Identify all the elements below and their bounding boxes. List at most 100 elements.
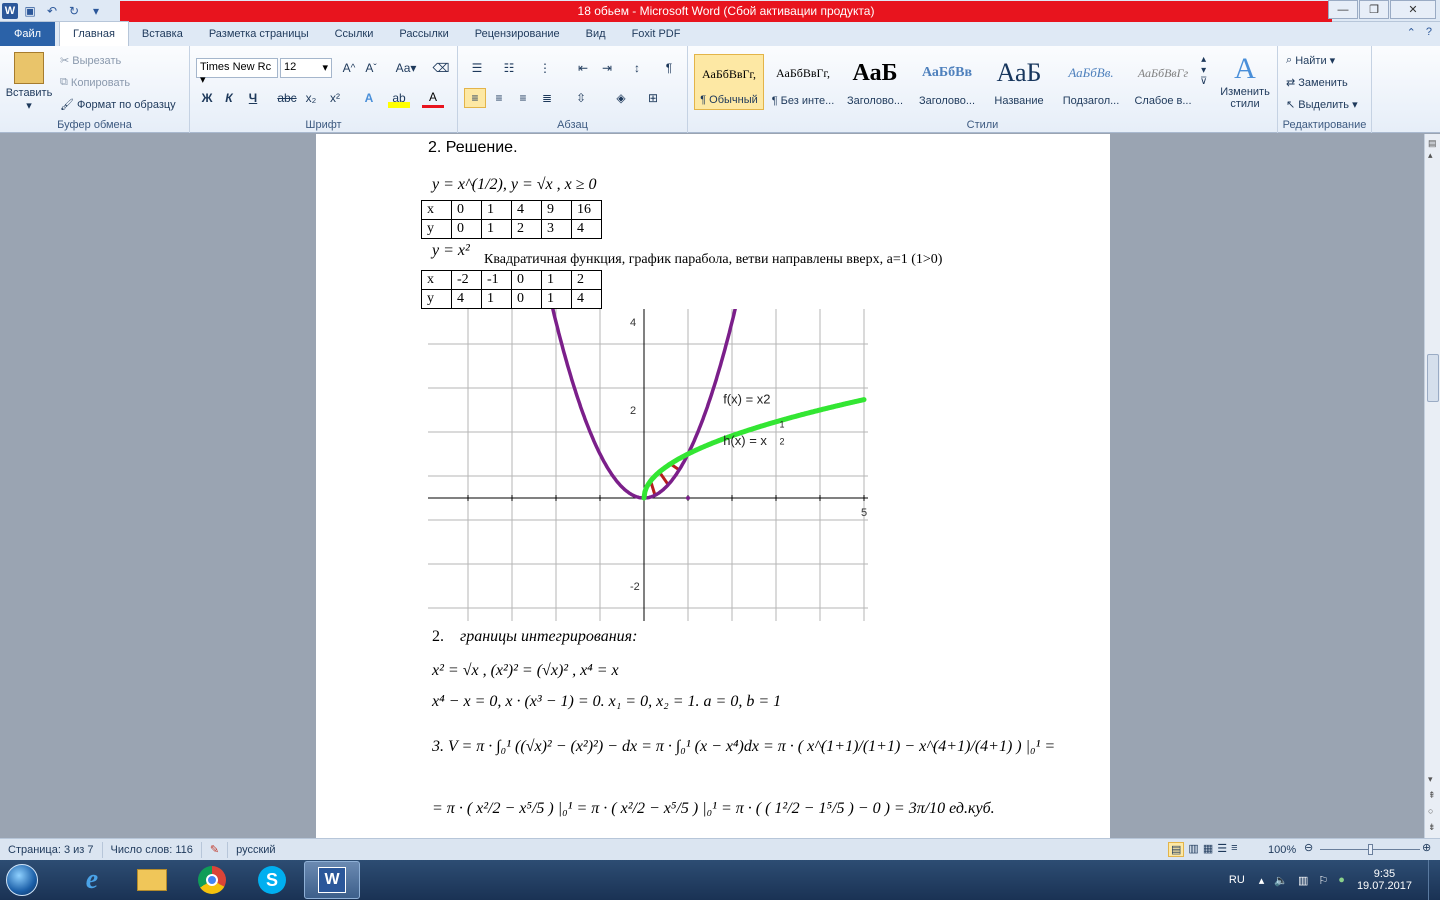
word-count[interactable]: Число слов: 116 xyxy=(103,841,202,858)
clock[interactable]: 9:35 19.07.2017 xyxy=(1357,868,1412,892)
redo-icon[interactable]: ↻ xyxy=(64,1,84,21)
style-heading2[interactable]: АаБбВв Заголово... xyxy=(912,54,982,110)
maximize-button[interactable]: ❐ xyxy=(1359,0,1389,19)
save-icon[interactable]: ▣ xyxy=(20,1,40,21)
prev-page-icon[interactable]: ⇞ xyxy=(1428,790,1436,801)
reading-icon[interactable]: ▥ xyxy=(1188,842,1198,857)
undo-icon[interactable]: ↶ xyxy=(42,1,62,21)
tab-insert[interactable]: Вставка xyxy=(129,22,196,46)
scroll-up-icon[interactable]: ▴ xyxy=(1428,150,1433,161)
start-button[interactable] xyxy=(0,860,44,900)
italic-button[interactable]: К xyxy=(218,88,240,108)
print-layout-icon[interactable]: ▤ xyxy=(1168,842,1185,857)
customize-qat-icon[interactable]: ▾ xyxy=(86,1,106,21)
underline-button[interactable]: Ч xyxy=(242,88,264,108)
font-size-select[interactable]: 12 ▾ xyxy=(280,58,332,78)
shrink-font-icon[interactable]: Aˇ xyxy=(360,58,382,78)
volume-icon[interactable]: 🔈 xyxy=(1274,874,1288,887)
strikethrough-button[interactable]: abc xyxy=(276,88,298,108)
format-painter-button[interactable]: 🖌 Формат по образцу xyxy=(60,98,176,112)
tab-view[interactable]: Вид xyxy=(573,22,619,46)
change-styles-button[interactable]: A Изменить стили xyxy=(1216,52,1274,110)
increase-indent-icon[interactable]: ⇥ xyxy=(596,58,618,78)
line-spacing-icon[interactable]: ⇳ xyxy=(570,88,592,108)
zoom-in-icon[interactable]: ⊕ xyxy=(1422,841,1431,854)
draft-icon[interactable]: ≡ xyxy=(1231,842,1237,857)
bold-button[interactable]: Ж xyxy=(196,88,218,108)
document-page[interactable]: 2. Решение. y = x^(1/2), y = √x , x ≥ 0 … xyxy=(316,134,1110,838)
style-heading1[interactable]: АаБ Заголово... xyxy=(840,54,910,110)
zoom-slider[interactable]: ⊖ ⊕ xyxy=(1304,842,1434,856)
scroll-down-icon[interactable]: ▾ xyxy=(1428,774,1433,785)
word-taskbar-icon[interactable]: W xyxy=(304,861,360,899)
numbering-icon[interactable]: ☷ xyxy=(498,58,520,78)
borders-icon[interactable]: ⊞ xyxy=(642,88,664,108)
align-right-icon[interactable]: ≡ xyxy=(512,88,534,108)
subscript-icon[interactable]: x₂ xyxy=(300,88,322,108)
network-icon[interactable]: ▥ xyxy=(1298,874,1308,887)
style-normal[interactable]: АаБбВвГг, ¶ Обычный xyxy=(694,54,764,110)
copy-button[interactable]: ⧉ Копировать xyxy=(60,76,130,89)
tab-page-layout[interactable]: Разметка страницы xyxy=(196,22,322,46)
find-button[interactable]: ⌕ Найти ▾ xyxy=(1286,54,1335,67)
zoom-out-icon[interactable]: ⊖ xyxy=(1304,841,1313,854)
close-button[interactable]: ✕ xyxy=(1390,0,1436,19)
justify-icon[interactable]: ≣ xyxy=(536,88,558,108)
style-no-spacing[interactable]: АаБбВвГг, ¶ Без инте... xyxy=(768,54,838,110)
text-effects-icon[interactable]: A xyxy=(358,88,380,108)
skype-icon[interactable]: S xyxy=(244,861,300,899)
tab-mailings[interactable]: Рассылки xyxy=(386,22,461,46)
style-subtle[interactable]: АаБбВвГг Слабое в... xyxy=(1128,54,1198,110)
ruler-toggle-icon[interactable]: ▤ xyxy=(1428,138,1437,149)
browse-object-icon[interactable]: ○ xyxy=(1428,806,1433,816)
tab-foxit[interactable]: Foxit PDF xyxy=(619,22,694,46)
tab-file[interactable]: Файл xyxy=(0,22,56,46)
tray-app-icon[interactable]: ● xyxy=(1338,874,1345,886)
clear-format-icon[interactable]: ⌫ xyxy=(430,58,452,78)
vertical-scrollbar[interactable]: ▤ ▴ ▾ ⇞ ○ ⇟ xyxy=(1424,134,1440,838)
shading-icon[interactable]: ◈ xyxy=(610,88,632,108)
input-language[interactable]: RU xyxy=(1229,874,1245,886)
decrease-indent-icon[interactable]: ⇤ xyxy=(572,58,594,78)
tab-home[interactable]: Главная xyxy=(59,21,129,46)
next-page-icon[interactable]: ⇟ xyxy=(1428,822,1436,833)
font-family-select[interactable]: Times New Rc ▾ xyxy=(196,58,278,86)
minimize-ribbon-icon[interactable]: ⌃ xyxy=(1407,26,1416,39)
show-marks-icon[interactable]: ¶ xyxy=(658,58,680,78)
chrome-icon[interactable] xyxy=(184,861,240,899)
word-icon[interactable]: W xyxy=(2,3,18,19)
paste-button[interactable]: Вставить ▾ xyxy=(6,52,52,112)
explorer-icon[interactable] xyxy=(124,861,180,899)
styles-scroll[interactable]: ▴ ▾ ⊽ xyxy=(1200,54,1207,87)
align-center-icon[interactable]: ≡ xyxy=(488,88,510,108)
tray-expand-icon[interactable]: ▴ xyxy=(1259,874,1265,887)
replace-button[interactable]: ⇄ Заменить xyxy=(1286,76,1348,90)
select-button[interactable]: ↖ Выделить ▾ xyxy=(1286,98,1358,112)
help-icon[interactable]: ? xyxy=(1426,26,1432,39)
cut-button[interactable]: ✂ Вырезать xyxy=(60,54,121,68)
ie-icon[interactable]: e xyxy=(64,861,120,899)
sort-icon[interactable]: ↕ xyxy=(626,58,648,78)
page-count[interactable]: Страница: 3 из 7 xyxy=(0,841,103,858)
web-layout-icon[interactable]: ▦ xyxy=(1203,842,1213,857)
highlight-icon[interactable]: ab xyxy=(388,88,410,108)
align-left-icon[interactable]: ≡ xyxy=(464,88,486,108)
outline-icon[interactable]: ☰ xyxy=(1217,842,1227,857)
font-color-icon[interactable]: A xyxy=(422,88,444,108)
tab-references[interactable]: Ссылки xyxy=(322,22,387,46)
minimize-button[interactable]: — xyxy=(1328,0,1358,19)
style-subtitle[interactable]: АаБбВв. Подзагол... xyxy=(1056,54,1126,110)
spellcheck-icon[interactable]: ✎ xyxy=(202,841,229,858)
scrollbar-thumb[interactable] xyxy=(1427,354,1439,402)
language[interactable]: русский xyxy=(228,842,283,858)
style-title[interactable]: АаБ Название xyxy=(984,54,1054,110)
grow-font-icon[interactable]: A ^ xyxy=(338,58,360,78)
tab-review[interactable]: Рецензирование xyxy=(462,22,573,46)
zoom-level[interactable]: 100% xyxy=(1268,844,1296,856)
superscript-icon[interactable]: x² xyxy=(324,88,346,108)
bullets-icon[interactable]: ☰ xyxy=(466,58,488,78)
show-desktop-button[interactable] xyxy=(1428,860,1440,900)
change-case-button[interactable]: Аа ▾ xyxy=(392,58,420,78)
action-center-icon[interactable]: ⚐ xyxy=(1318,874,1328,887)
multilevel-list-icon[interactable]: ⋮ xyxy=(534,58,556,78)
